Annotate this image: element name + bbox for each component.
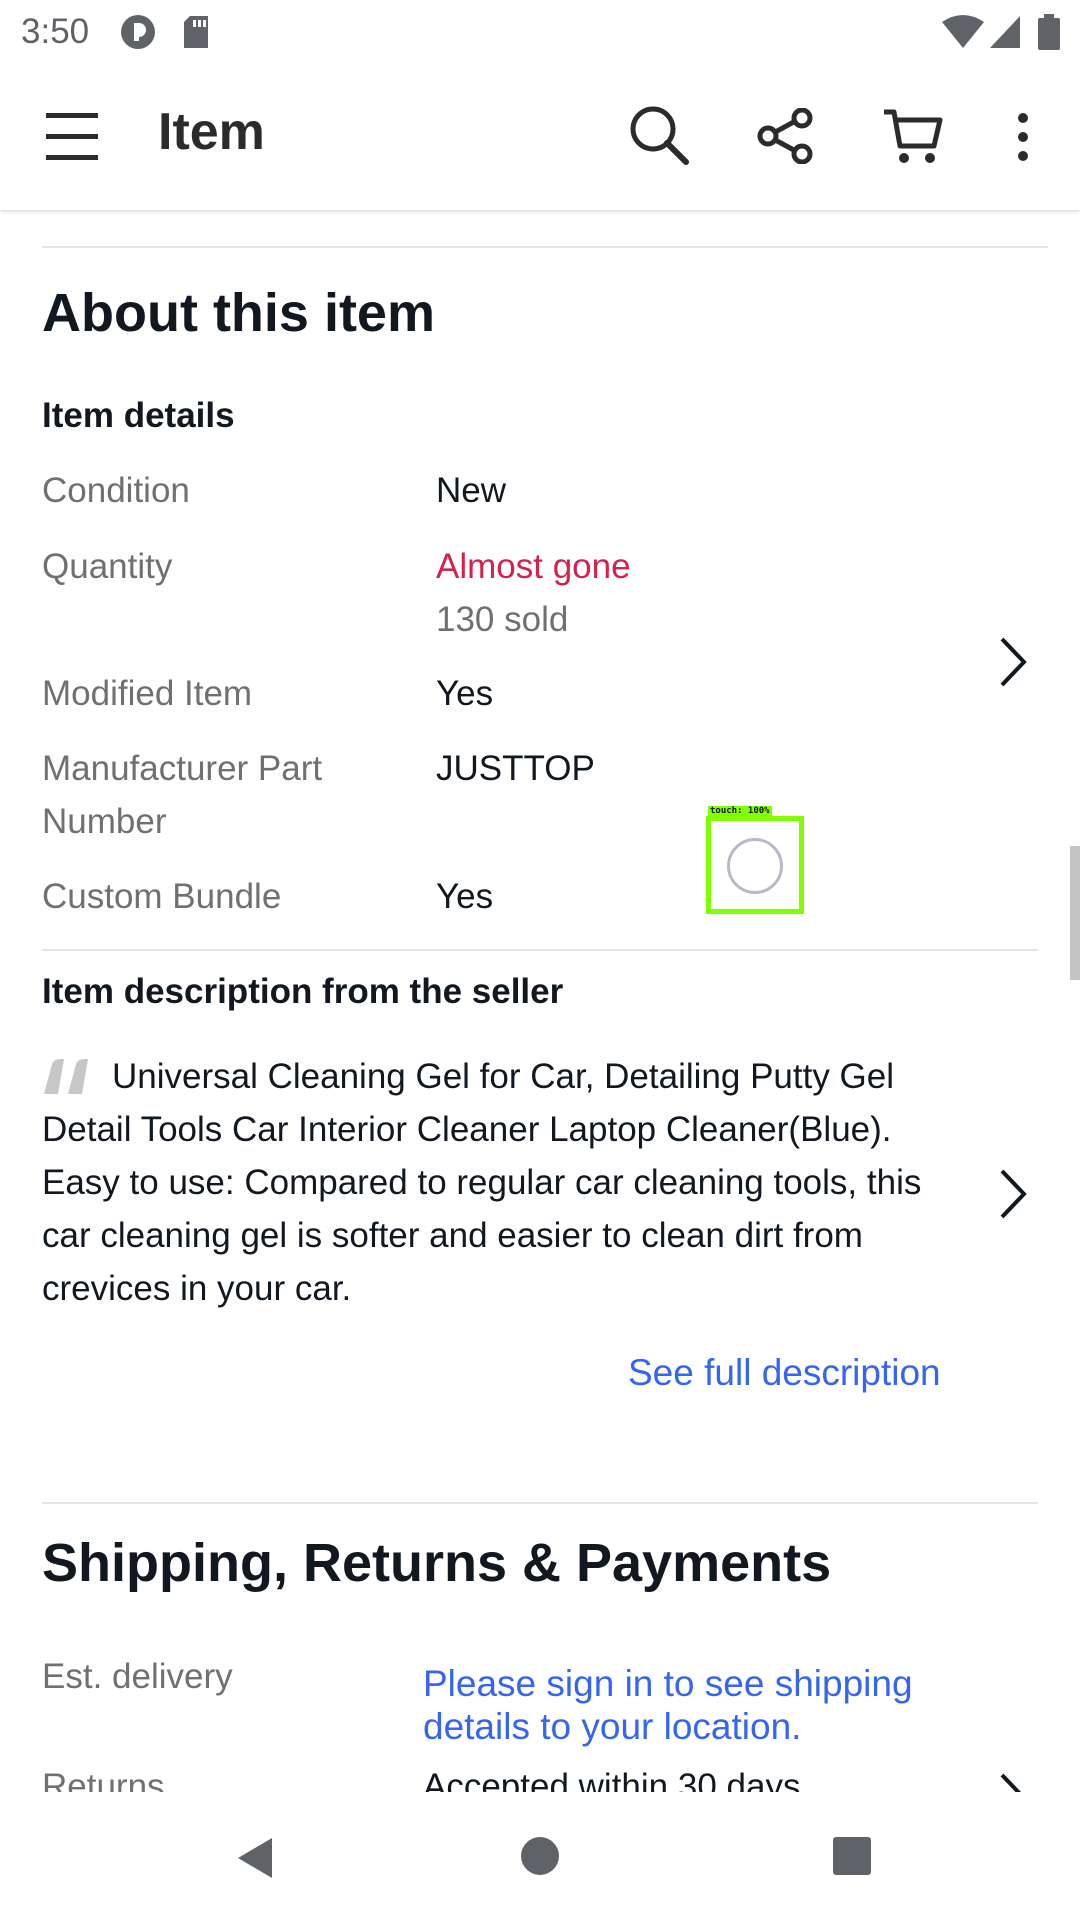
condition-label: Condition <box>42 471 190 510</box>
part-number-label-line2: Number <box>42 802 167 841</box>
page-title: Item <box>158 103 265 161</box>
custom-bundle-label: Custom Bundle <box>42 877 282 916</box>
quantity-status: Almost gone <box>436 547 631 586</box>
touch-point <box>727 838 783 894</box>
touch-indicator-label: touch: 100% <box>708 806 772 816</box>
description-text-block: Universal Cleaning Gel for Car, Detailin… <box>42 1050 972 1315</box>
share-icon[interactable] <box>756 108 814 164</box>
returns-label: Returns <box>42 1767 165 1792</box>
condition-value: New <box>436 471 507 510</box>
cell-signal-icon <box>990 16 1020 48</box>
back-icon[interactable] <box>236 1836 276 1880</box>
chevron-right-icon[interactable] <box>998 1772 1028 1792</box>
status-time: 3:50 <box>21 12 90 51</box>
divider <box>42 949 1038 951</box>
scrollbar-thumb[interactable] <box>1070 846 1080 980</box>
description-heading: Item description from the seller <box>42 972 564 1011</box>
part-number-value: JUSTTOP <box>436 749 595 788</box>
notification-app-icon <box>121 15 155 49</box>
battery-icon <box>1038 14 1060 50</box>
returns-value: Accepted within 30 days <box>423 1767 801 1792</box>
about-title: About this item <box>42 283 435 343</box>
est-delivery-label: Est. delivery <box>42 1657 233 1696</box>
quote-icon <box>44 1059 88 1094</box>
description-text: Universal Cleaning Gel for Car, Detailin… <box>42 1057 922 1308</box>
part-number-label: Manufacturer Part <box>42 749 323 788</box>
system-nav-bar <box>0 1792 1080 1920</box>
home-icon[interactable] <box>520 1836 560 1876</box>
more-vert-icon[interactable] <box>1014 112 1032 162</box>
item-content: About this item Item details Condition N… <box>0 210 1080 1792</box>
search-icon[interactable] <box>628 104 690 166</box>
modified-item-value: Yes <box>436 674 494 713</box>
sd-card-icon <box>184 16 208 48</box>
modified-item-label: Modified Item <box>42 674 253 713</box>
app-bar: Item <box>0 64 1080 210</box>
chevron-right-icon[interactable] <box>998 1168 1028 1220</box>
shipping-title: Shipping, Returns & Payments <box>42 1533 832 1593</box>
menu-icon[interactable] <box>44 110 100 162</box>
divider <box>42 246 1048 248</box>
chevron-right-icon[interactable] <box>998 636 1028 688</box>
see-full-description-link[interactable]: See full description <box>628 1352 941 1394</box>
recents-icon[interactable] <box>832 1836 872 1876</box>
divider <box>42 1502 1038 1504</box>
sign-in-shipping-link-line1[interactable]: Please sign in to see shipping <box>423 1662 913 1705</box>
sign-in-shipping-link-line2[interactable]: details to your location. <box>423 1705 801 1748</box>
status-bar: 3:50 <box>0 0 1080 64</box>
item-details-heading: Item details <box>42 396 235 435</box>
sold-count: 130 sold <box>436 600 569 639</box>
wifi-icon <box>942 15 984 48</box>
cart-icon[interactable] <box>882 106 944 166</box>
custom-bundle-value: Yes <box>436 877 494 916</box>
quantity-label: Quantity <box>42 547 173 586</box>
